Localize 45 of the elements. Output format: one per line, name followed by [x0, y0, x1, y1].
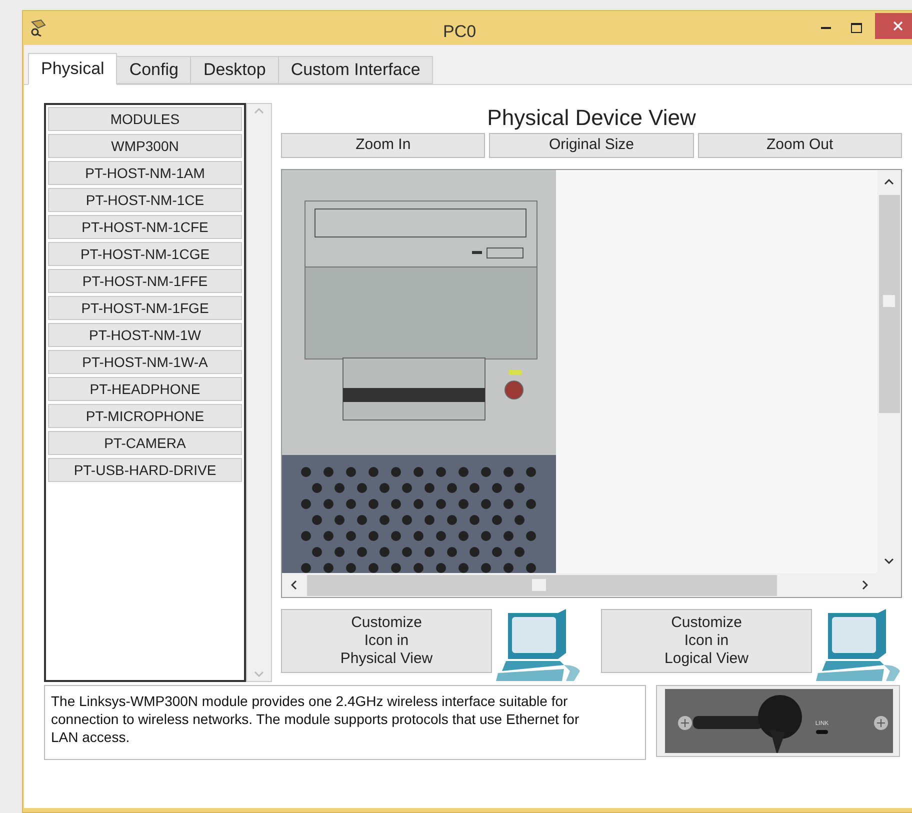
scroll-up-icon	[884, 179, 894, 185]
tab[interactable]: Physical	[28, 53, 118, 85]
thumb-grip-icon	[883, 295, 895, 307]
customize-button[interactable]: Customize Icon in Physical View	[281, 609, 492, 673]
close-icon	[893, 21, 903, 31]
scroll-thumb[interactable]	[878, 195, 900, 413]
module-button[interactable]: PT-HOST-NM-1CE	[48, 188, 242, 212]
tab[interactable]: Config	[116, 56, 192, 84]
module-button[interactable]: PT-HOST-NM-1CFE	[48, 215, 242, 239]
scroll-right-icon	[862, 580, 868, 590]
customize-button[interactable]: Customize Icon in Logical View	[601, 609, 812, 673]
list-scrollbar[interactable]	[246, 103, 272, 682]
minimize-icon	[821, 26, 831, 30]
maximize-icon	[850, 23, 862, 33]
module-button[interactable]: PT-HOST-NM-1W	[48, 323, 242, 347]
module-button[interactable]: PT-USB-HARD-DRIVE	[48, 458, 242, 482]
tab[interactable]: Custom Interface	[278, 56, 434, 84]
module-button[interactable]: PT-HOST-NM-1FFE	[48, 269, 242, 293]
view-title: Physical Device View	[486, 104, 697, 132]
scroll-down-icon	[884, 558, 894, 564]
thumb-grip-icon	[532, 579, 546, 591]
computer-icon	[816, 609, 902, 681]
module-button[interactable]: PT-HOST-NM-1FGE	[48, 296, 242, 320]
zoom-button[interactable]: Original Size	[489, 133, 694, 158]
tab[interactable]: Desktop	[190, 56, 279, 84]
scroll-thumb[interactable]	[307, 574, 777, 596]
close-button[interactable]	[875, 13, 912, 39]
module-description: The Linksys-WMP300N module provides one 2.4GHz wireless interface suitable for connection to wireless networks. The module supports protocols that use Ethernet for LAN access.	[44, 685, 646, 760]
scroll-left-icon	[291, 580, 297, 590]
module-button[interactable]: PT-MICROPHONE	[48, 404, 242, 428]
module-button[interactable]: PT-HOST-NM-1AM	[48, 161, 242, 185]
computer-icon	[496, 609, 582, 681]
scroll-up-icon	[254, 108, 264, 114]
zoom-button[interactable]: Zoom Out	[698, 133, 902, 158]
zoom-button[interactable]: Zoom In	[281, 133, 486, 158]
module-button[interactable]: PT-HOST-NM-1W-A	[48, 350, 242, 374]
horizontal-scrollbar[interactable]	[282, 573, 901, 597]
module-button[interactable]: PT-HOST-NM-1CGE	[48, 242, 242, 266]
vertical-scrollbar[interactable]	[877, 170, 901, 573]
module-button[interactable]: MODULES	[48, 107, 242, 131]
module-button[interactable]: PT-CAMERA	[48, 431, 242, 455]
window-title: PC0	[443, 21, 476, 43]
module-button[interactable]: PT-HEADPHONE	[48, 377, 242, 401]
scroll-down-icon	[254, 671, 264, 677]
module-button[interactable]: WMP300N	[48, 134, 242, 158]
